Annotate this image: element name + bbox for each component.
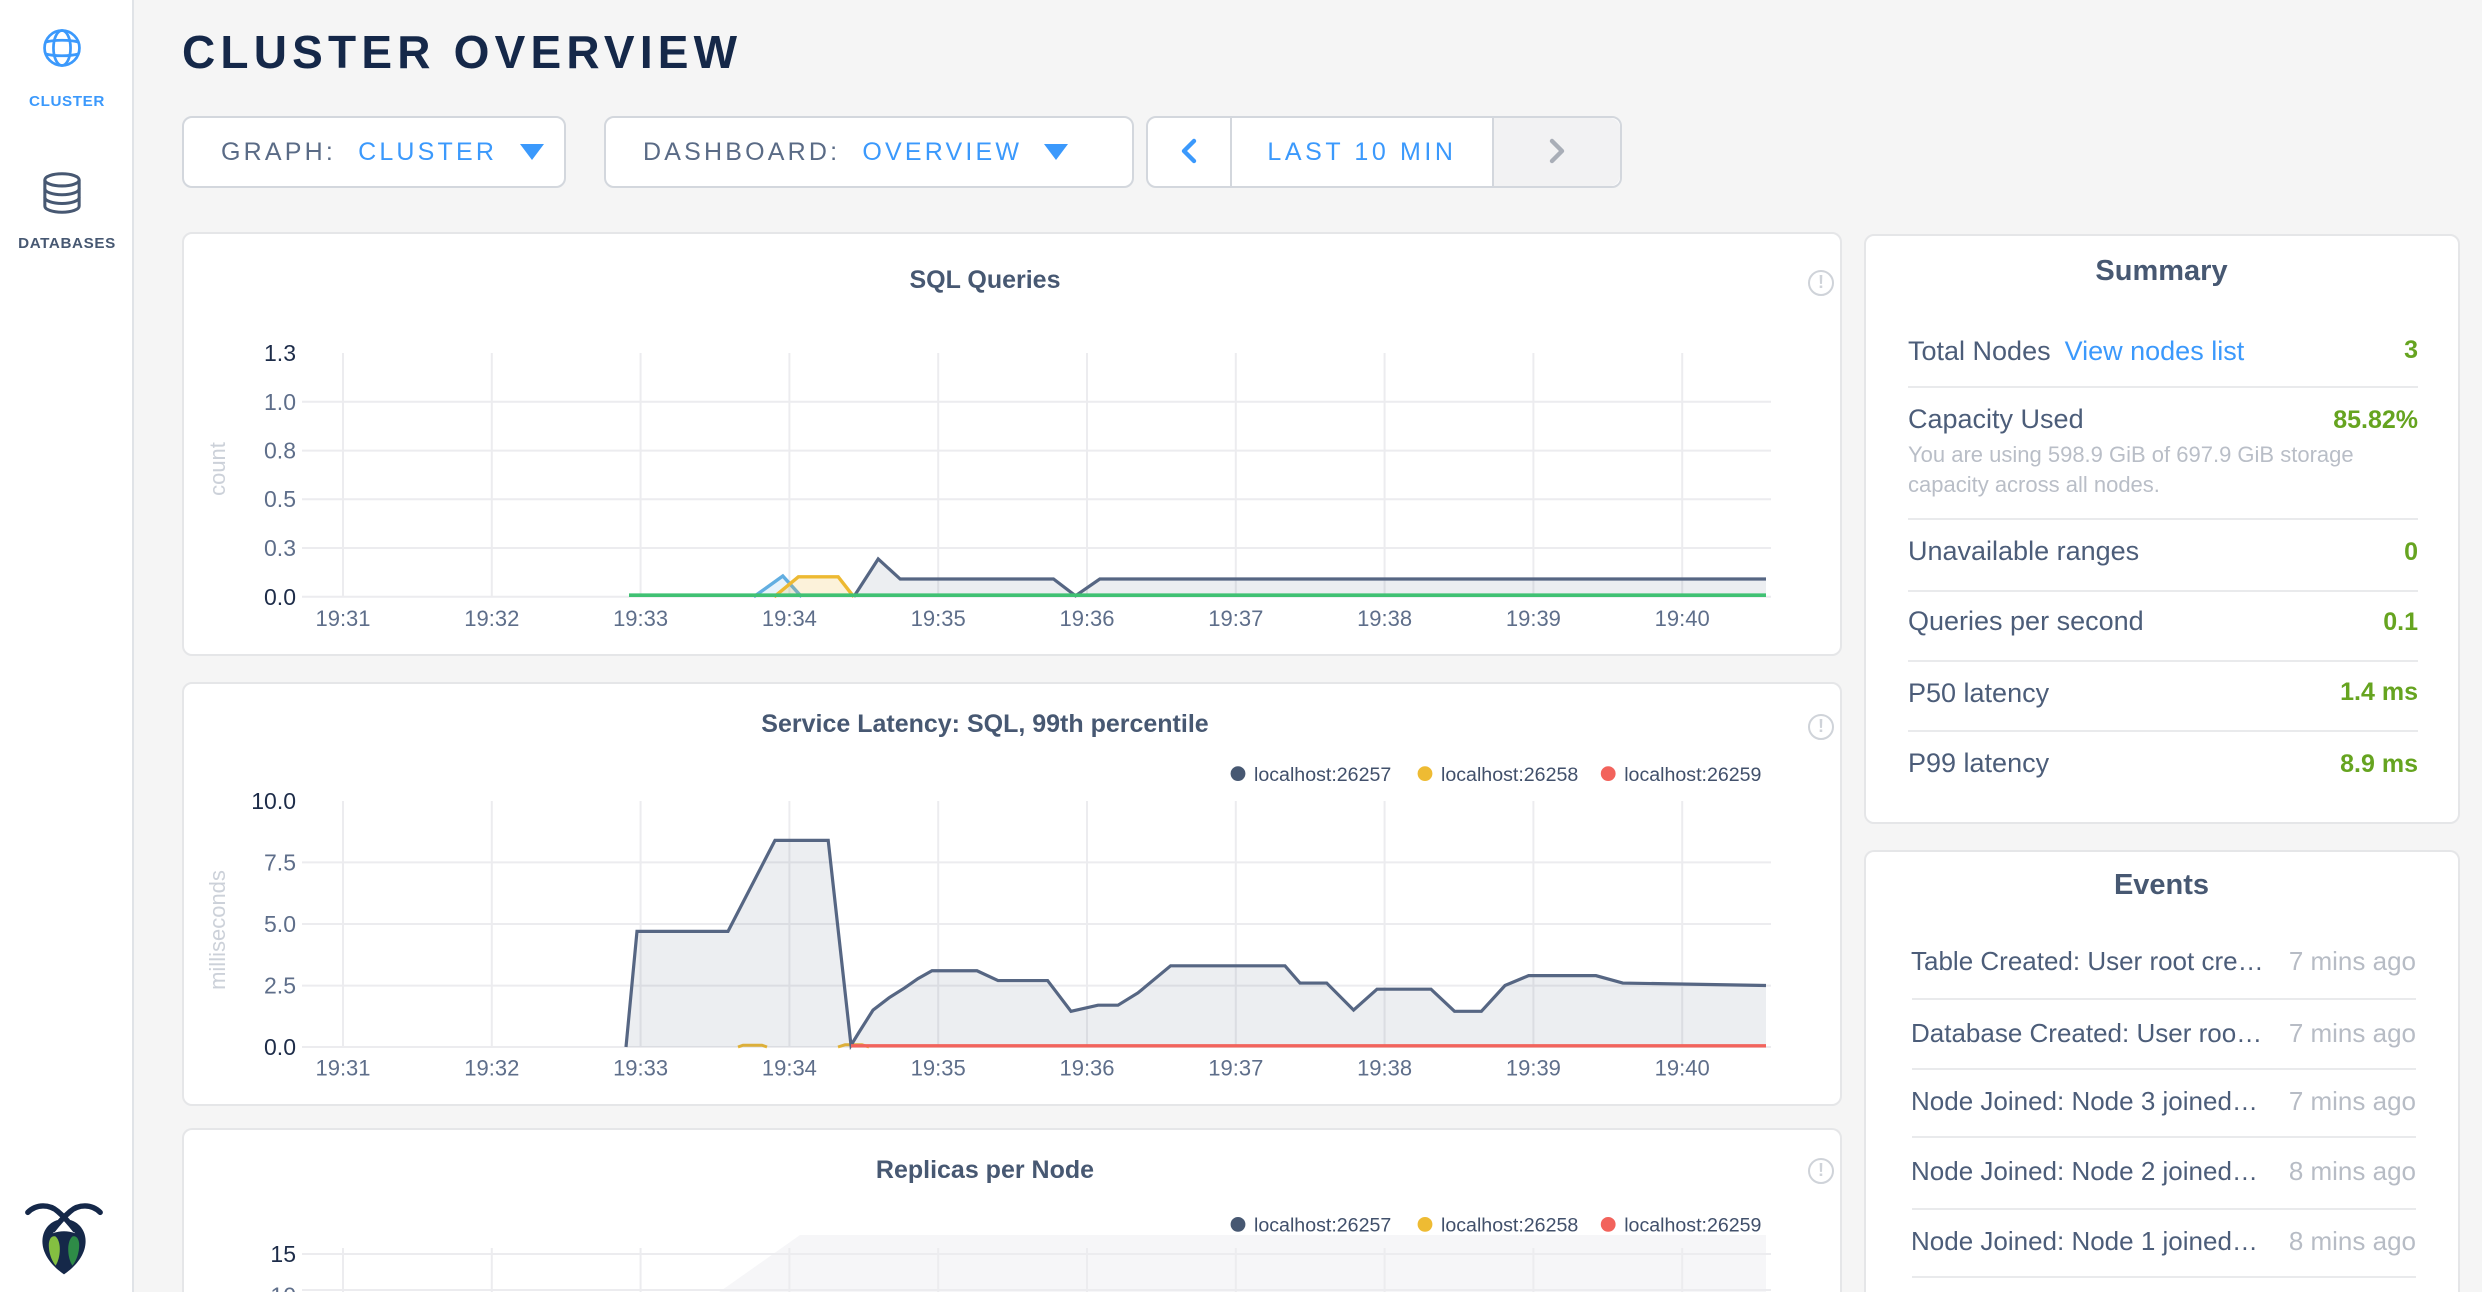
- svg-text:2.5: 2.5: [263, 972, 295, 998]
- svg-text:15: 15: [269, 1240, 295, 1266]
- svg-text:19:37: 19:37: [1207, 1055, 1262, 1080]
- svg-text:19:36: 19:36: [1058, 1055, 1113, 1080]
- svg-text:19:38: 19:38: [1356, 605, 1411, 630]
- svg-text:5.0: 5.0: [263, 910, 295, 936]
- svg-text:0.3: 0.3: [263, 534, 295, 560]
- svg-text:localhost:26259: localhost:26259: [1623, 763, 1760, 785]
- svg-text:19:39: 19:39: [1505, 605, 1560, 630]
- svg-text:19:33: 19:33: [612, 605, 667, 630]
- svg-text:19:32: 19:32: [463, 605, 518, 630]
- svg-text:localhost:26258: localhost:26258: [1440, 763, 1577, 785]
- svg-text:19:36: 19:36: [1058, 605, 1113, 630]
- svg-text:localhost:26258: localhost:26258: [1440, 1214, 1577, 1236]
- svg-text:19:40: 19:40: [1654, 1055, 1709, 1080]
- svg-text:count: count: [204, 441, 229, 495]
- svg-text:10.0: 10.0: [250, 787, 295, 813]
- svg-text:19:37: 19:37: [1207, 605, 1262, 630]
- svg-text:19:35: 19:35: [910, 1055, 965, 1080]
- svg-text:19:38: 19:38: [1356, 1055, 1411, 1080]
- svg-text:localhost:26257: localhost:26257: [1253, 763, 1390, 785]
- svg-text:1.0: 1.0: [263, 388, 295, 414]
- svg-text:19:34: 19:34: [761, 605, 816, 630]
- svg-text:19:39: 19:39: [1505, 1055, 1560, 1080]
- svg-text:0.8: 0.8: [263, 437, 295, 463]
- svg-text:19:31: 19:31: [314, 1055, 369, 1080]
- svg-text:0.5: 0.5: [263, 485, 295, 511]
- svg-text:19:34: 19:34: [761, 1055, 816, 1080]
- svg-text:0.0: 0.0: [263, 583, 295, 609]
- svg-text:19:32: 19:32: [463, 1055, 518, 1080]
- svg-text:19:35: 19:35: [910, 605, 965, 630]
- svg-text:19:31: 19:31: [314, 605, 369, 630]
- svg-text:localhost:26259: localhost:26259: [1623, 1214, 1760, 1236]
- svg-text:19:33: 19:33: [612, 1055, 667, 1080]
- svg-text:0.0: 0.0: [263, 1033, 295, 1059]
- svg-text:19:40: 19:40: [1654, 605, 1709, 630]
- svg-text:1.3: 1.3: [263, 339, 295, 365]
- svg-text:7.5: 7.5: [263, 849, 295, 875]
- svg-text:milliseconds: milliseconds: [204, 869, 229, 989]
- svg-text:localhost:26257: localhost:26257: [1253, 1214, 1390, 1236]
- svg-text:10: 10: [269, 1282, 295, 1292]
